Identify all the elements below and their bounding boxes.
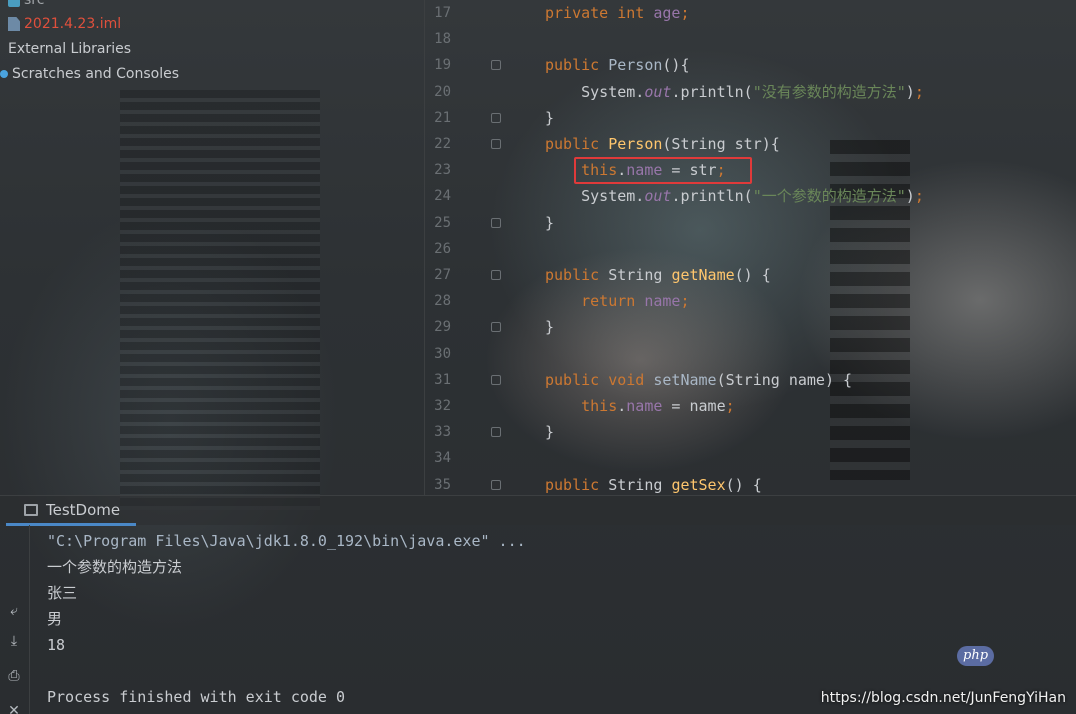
tree-item-src[interactable]: src — [8, 0, 44, 8]
fold-marker-icon[interactable] — [491, 270, 501, 280]
fold-marker-icon[interactable] — [491, 322, 501, 333]
line-number: 23 — [434, 162, 451, 179]
code-line[interactable]: 18 — [425, 26, 1076, 52]
line-number: 25 — [434, 214, 451, 231]
fold-marker-icon[interactable] — [491, 112, 501, 123]
console-line: 18 — [47, 636, 66, 654]
line-number: 24 — [434, 188, 451, 205]
clear-icon[interactable]: ✕ — [5, 703, 23, 714]
console-line: 张三 — [47, 584, 78, 602]
file-icon — [8, 17, 20, 31]
tree-item-label: src — [24, 0, 45, 8]
code-line[interactable]: 34 — [425, 445, 1076, 471]
line-number: 30 — [434, 345, 451, 362]
line-number: 28 — [434, 293, 451, 310]
code-line[interactable]: 28 return name; — [425, 288, 1076, 314]
code-line[interactable]: 26 — [425, 236, 1076, 262]
code-line[interactable]: 33} — [425, 419, 1076, 445]
code-line[interactable]: 35 public String getSex() { — [425, 472, 1076, 498]
console-icon — [24, 503, 38, 516]
code-line[interactable]: 29} — [425, 314, 1076, 340]
code-text: public String getSex() { — [545, 475, 762, 494]
code-line[interactable]: 22 public Person(String str){ — [425, 131, 1076, 157]
line-number: 26 — [434, 240, 451, 257]
tab-run-testdome[interactable]: TestDome — [6, 496, 137, 526]
console-line: "C:\Program Files\Java\jdk1.8.0_192\bin\… — [47, 532, 526, 550]
fold-marker-icon[interactable] — [491, 60, 501, 71]
code-line[interactable]: 24 System.out.println("一个参数的构造方法"); — [425, 183, 1076, 209]
line-number: 17 — [434, 5, 451, 21]
console-line: 男 — [47, 610, 63, 628]
line-number: 34 — [434, 450, 451, 467]
line-number: 22 — [434, 136, 451, 152]
tree-item-scratches[interactable]: Scratches and Consoles — [0, 66, 179, 82]
fold-marker-icon[interactable] — [491, 479, 501, 490]
code-text: } — [545, 318, 555, 337]
code-text: System.out.println("没有参数的构造方法"); — [545, 82, 924, 101]
code-editor[interactable]: 17 private int age; 18 19 public Person(){ 20… — [424, 0, 1076, 495]
tree-item-label: Scratches and Consoles — [12, 66, 179, 82]
line-number: 29 — [434, 319, 451, 336]
code-line[interactable]: 20 System.out.println("没有参数的构造方法"); — [425, 79, 1076, 105]
run-panel-header: TestDome — [0, 495, 1076, 526]
code-line[interactable]: 21} — [425, 105, 1076, 131]
console-output[interactable]: "C:\Program Files\Java\jdk1.8.0_192\bin\… — [47, 528, 1067, 710]
code-text: } — [545, 108, 555, 127]
line-number: 27 — [434, 267, 451, 283]
fold-marker-icon[interactable] — [491, 217, 501, 228]
fold-marker-icon[interactable] — [491, 427, 501, 438]
fold-marker-icon[interactable] — [491, 374, 501, 385]
folder-icon — [8, 0, 20, 7]
library-icon — [2, 42, 4, 56]
run-tab-label: TestDome — [46, 500, 121, 519]
tree-item-label: 2021.4.23.iml — [24, 16, 122, 32]
line-number: 31 — [434, 371, 451, 388]
scratches-icon — [0, 70, 8, 78]
soft-wrap-icon[interactable]: ⤶ — [5, 603, 23, 619]
line-number: 33 — [434, 424, 451, 441]
code-line[interactable]: 17 private int age; — [425, 0, 1076, 26]
code-text: private int age; — [545, 4, 690, 22]
line-number: 19 — [434, 57, 451, 74]
code-text: return name; — [581, 292, 690, 311]
tree-item-label: External Libraries — [8, 41, 131, 57]
run-toolbar: ⤶ ⤓ ⎙ ✕ — [0, 525, 30, 714]
tree-item-external-libraries[interactable]: External Libraries — [2, 41, 131, 57]
code-line[interactable]: 27 public String getName() { — [425, 262, 1076, 288]
code-line[interactable]: 32 this.name = name; — [425, 393, 1076, 419]
line-number: 20 — [434, 83, 451, 100]
line-number: 32 — [434, 398, 451, 414]
line-number: 21 — [434, 109, 451, 126]
highlight-annotation — [574, 157, 752, 184]
code-line[interactable]: 25} — [425, 210, 1076, 236]
code-line[interactable]: 30 — [425, 341, 1076, 367]
console-line: 一个参数的构造方法 — [47, 558, 183, 576]
fold-marker-icon[interactable] — [491, 139, 501, 149]
watermark-url: https://blog.csdn.net/JunFengYiHan — [820, 690, 1066, 706]
line-number: 35 — [434, 476, 451, 493]
code-text: System.out.println("一个参数的构造方法"); — [545, 187, 924, 206]
print-icon[interactable]: ⎙ — [5, 668, 23, 684]
line-number: 18 — [434, 31, 451, 48]
php-logo: php — [957, 646, 995, 666]
scroll-to-end-icon[interactable]: ⤓ — [5, 633, 23, 649]
code-text: } — [545, 213, 555, 232]
code-text: public Person(){ — [545, 56, 690, 75]
tree-item-iml-file[interactable]: 2021.4.23.iml — [8, 16, 121, 32]
code-text: public Person(String str){ — [545, 135, 780, 153]
project-tree: src 2021.4.23.iml External Libraries Scr… — [0, 0, 424, 495]
code-text: public String getName() { — [545, 266, 771, 284]
code-text: } — [545, 423, 555, 442]
code-text: public void setName(String name) { — [545, 370, 853, 389]
code-text: this.name = name; — [581, 397, 735, 415]
code-line[interactable]: 19 public Person(){ — [425, 52, 1076, 78]
code-line[interactable]: 31 public void setName(String name) { — [425, 367, 1076, 393]
